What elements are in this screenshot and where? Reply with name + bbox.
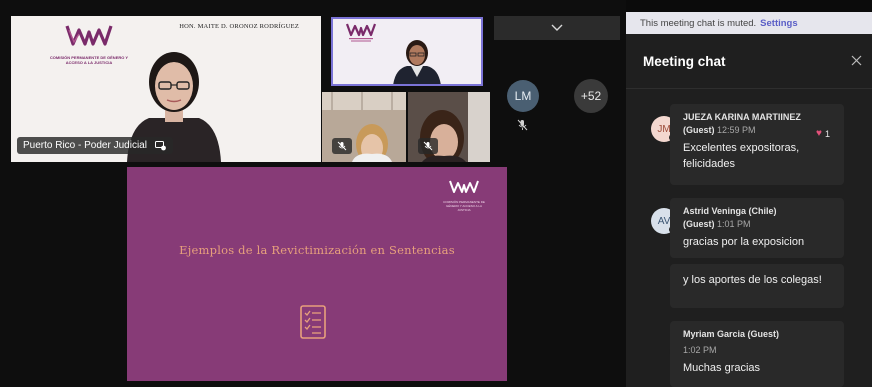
message-text: Excelentes expositoras, felicidades: [683, 142, 800, 170]
message-text: gracias por la exposicion: [683, 236, 805, 248]
participant-caption-label: Puerto Rico - Poder Judicial: [23, 140, 147, 151]
message-author: Astrid Veninga (Chile): [683, 206, 777, 216]
meeting-chat-panel: This meeting chat is muted. Settings Mee…: [626, 12, 872, 387]
commission-logo: COMISIÓN PERMANENTE DE GÉNERO Y ACCESO A…: [49, 22, 129, 65]
shared-content-slide: COMISIÓN PERMANENTE DE GÉNERO Y ACCESO A…: [127, 167, 507, 381]
mic-off-icon: [517, 119, 528, 131]
chat-message[interactable]: Astrid Veninga (Chile) (Guest) 1:01 PM g…: [670, 198, 844, 258]
chat-title: Meeting chat: [643, 53, 726, 69]
participant-caption: Puerto Rico - Poder Judicial: [17, 137, 173, 154]
message-text: y los aportes de los colegas!: [683, 274, 822, 286]
mic-off-icon: [423, 141, 433, 151]
more-participants-button[interactable]: +52: [574, 79, 608, 113]
speaker-name-header: HON. MAITE D. ORONOZ RODRÍGUEZ: [179, 23, 299, 30]
message-time: 12:59 PM: [717, 125, 756, 135]
heart-icon: ♥: [816, 128, 822, 139]
chat-message[interactable]: JUEZA KARINA MARTIINEZ (Guest) 12:59 PM …: [670, 104, 844, 185]
message-time: 1:02 PM: [683, 345, 717, 355]
participant-avatar-lm[interactable]: LM: [507, 80, 539, 112]
close-icon: [851, 55, 862, 65]
chat-muted-text: This meeting chat is muted.: [640, 17, 757, 29]
message-author: Myriam Garcia (Guest): [683, 329, 780, 339]
muted-mic-badge: [418, 138, 438, 154]
chevron-down-icon: [551, 24, 563, 31]
message-author: JUEZA KARINA MARTIINEZ: [683, 112, 801, 122]
commission-logo-slide: COMISIÓN PERMANENTE DE GÉNERO Y ACCESO A…: [443, 179, 485, 212]
slide-title: Ejemplos de la Revictimización en Senten…: [179, 243, 455, 257]
message-time: 1:01 PM: [717, 219, 751, 229]
collapse-gallery-button[interactable]: [494, 16, 620, 40]
chat-muted-banner: This meeting chat is muted. Settings: [626, 12, 872, 34]
participant-tile-top[interactable]: [331, 17, 483, 86]
chat-message[interactable]: y los aportes de los colegas!: [670, 264, 844, 308]
chat-header: Meeting chat: [626, 34, 872, 89]
message-meta: (Guest) 12:59 PM: [683, 125, 756, 135]
settings-link[interactable]: Settings: [760, 18, 797, 29]
participant-video: [393, 40, 441, 84]
checklist-icon: [300, 305, 326, 339]
participant-tile-main[interactable]: COMISIÓN PERMANENTE DE GÉNERO Y ACCESO A…: [11, 16, 321, 162]
participant-tile-small-2[interactable]: [408, 92, 490, 162]
muted-mic-badge: [332, 138, 352, 154]
mic-off-icon: [337, 141, 347, 151]
reaction-count: 1: [824, 128, 830, 139]
reaction-badge[interactable]: ♥ 1: [816, 128, 830, 139]
participant-tile-small-1[interactable]: [322, 92, 406, 162]
video-stage: COMISIÓN PERMANENTE DE GÉNERO Y ACCESO A…: [0, 0, 626, 387]
commission-logo-small: [341, 21, 381, 48]
chat-message[interactable]: Myriam Garcia (Guest) 1:02 PM Muchas gra…: [670, 321, 844, 387]
message-meta: (Guest) 1:01 PM: [683, 219, 751, 229]
screen-share-icon: [154, 140, 166, 150]
message-text: Muchas gracias: [683, 362, 761, 374]
close-chat-button[interactable]: [851, 53, 862, 70]
